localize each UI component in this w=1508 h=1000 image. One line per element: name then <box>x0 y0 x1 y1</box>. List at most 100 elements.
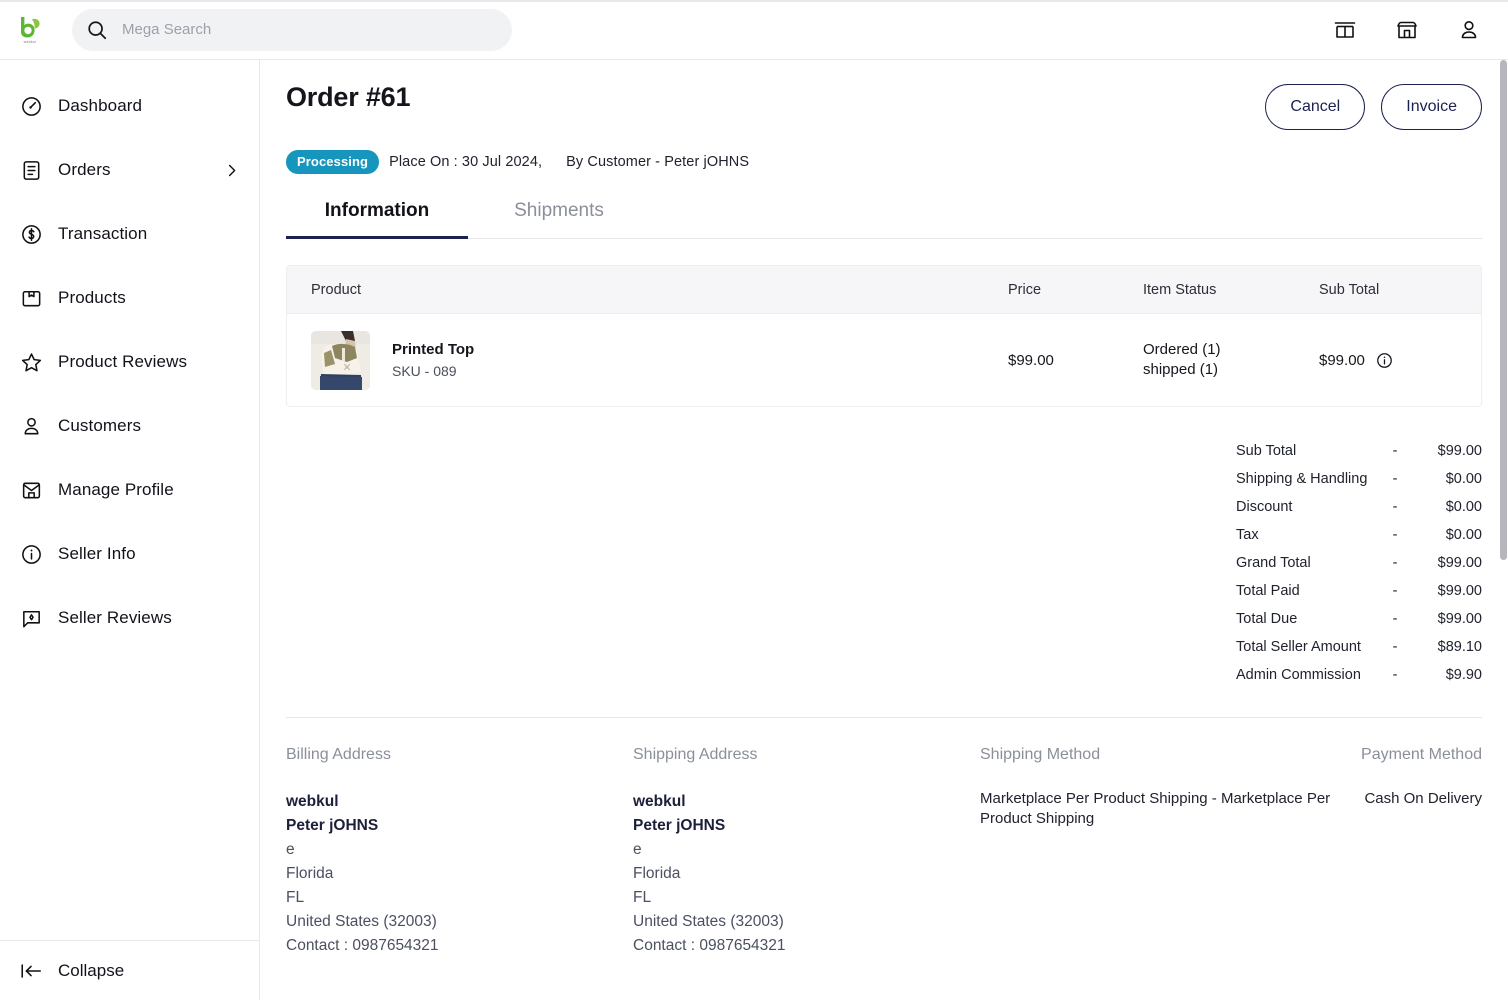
status-badge: Processing <box>286 150 380 174</box>
billing-line: FL <box>286 889 305 906</box>
tab-information[interactable]: Information <box>286 200 468 239</box>
billing-name: Peter jOHNS <box>286 817 379 834</box>
search-bar[interactable] <box>72 8 512 51</box>
billing-contact: Contact : 0987654321 <box>286 937 439 954</box>
sidebar: Dashboard Orders Transaction Products Pr… <box>0 60 260 1000</box>
totals-value: $89.10 <box>1437 639 1482 655</box>
totals-row: Grand Total - $99.00 <box>1236 549 1482 577</box>
info-circle-icon[interactable] <box>1376 352 1393 369</box>
sidebar-item-label: Products <box>58 288 126 307</box>
totals-dash: - <box>1392 667 1398 683</box>
billing-line: Florida <box>286 865 334 882</box>
app-root: webkul Mega Search Dashboard Orders Tran… <box>0 0 1508 1000</box>
top-edge-line <box>0 0 1508 2</box>
totals-dash: - <box>1392 639 1398 655</box>
sub-total-value: $99.00 <box>1319 351 1365 369</box>
sidebar-item-product-reviews[interactable]: Product Reviews <box>0 330 259 394</box>
totals-value: $99.00 <box>1437 611 1482 627</box>
store-icon[interactable] <box>1332 17 1358 43</box>
totals-row: Shipping & Handling - $0.00 <box>1236 465 1482 493</box>
totals-row: Tax - $0.00 <box>1236 521 1482 549</box>
sidebar-item-label: Orders <box>58 160 111 179</box>
totals-row: Total Paid - $99.00 <box>1236 577 1482 605</box>
sidebar-item-orders[interactable]: Orders <box>0 138 259 202</box>
search-icon <box>86 19 108 41</box>
shipping-name: Peter jOHNS <box>633 817 726 834</box>
sidebar-item-transaction[interactable]: Transaction <box>0 202 259 266</box>
cell-sub-total: $99.00 <box>1319 352 1481 369</box>
payment-method-value: Cash On Delivery <box>1364 790 1482 807</box>
order-header: Order #61 Cancel Invoice <box>286 82 1482 130</box>
product-box-icon <box>18 285 44 311</box>
col-header-product: Product <box>311 281 361 298</box>
collapse-button[interactable]: Collapse <box>0 940 259 1000</box>
totals-label: Total Paid <box>1236 583 1300 599</box>
shipping-address-block: Shipping Address webkul Peter jOHNS e Fl… <box>633 746 980 958</box>
col-header-price: Price <box>1008 281 1042 298</box>
customer-text: By Customer - Peter jOHNS <box>566 154 750 170</box>
totals-label: Grand Total <box>1236 555 1311 571</box>
product-info: Printed Top SKU - 089 <box>392 341 474 379</box>
shipping-method-heading: Shipping Method <box>980 746 1101 763</box>
cell-item-status: Ordered (1) shipped (1) <box>1143 340 1319 380</box>
sidebar-item-label: Dashboard <box>58 96 143 115</box>
account-icon[interactable] <box>1456 17 1482 43</box>
totals-section: Sub Total - $99.00 Shipping & Handling -… <box>286 437 1482 689</box>
billing-address-block: Billing Address webkul Peter jOHNS e Flo… <box>286 746 633 958</box>
totals-label: Sub Total <box>1236 443 1297 459</box>
totals-value: $0.00 <box>1445 471 1482 487</box>
sidebar-item-dashboard[interactable]: Dashboard <box>0 74 259 138</box>
marketplace-icon[interactable] <box>1394 17 1420 43</box>
totals-list: Sub Total - $99.00 Shipping & Handling -… <box>1236 437 1482 689</box>
cancel-button[interactable]: Cancel <box>1265 84 1366 130</box>
sidebar-item-label: Customers <box>58 416 142 435</box>
shipping-address-heading: Shipping Address <box>633 746 758 763</box>
product-thumbnail[interactable] <box>311 330 370 390</box>
totals-dash: - <box>1392 499 1398 515</box>
billing-line: United States (32003) <box>286 913 437 930</box>
search-input[interactable] <box>122 21 498 38</box>
totals-value: $99.00 <box>1437 443 1482 459</box>
totals-row: Admin Commission - $9.90 <box>1236 661 1482 689</box>
sidebar-item-seller-info[interactable]: Seller Info <box>0 522 259 586</box>
totals-dash: - <box>1392 527 1398 543</box>
chevron-right-icon[interactable] <box>223 162 239 178</box>
address-section: Billing Address webkul Peter jOHNS e Flo… <box>286 718 1482 958</box>
page-title: Order #61 <box>286 82 411 112</box>
scrollbar-thumb[interactable] <box>1500 60 1507 560</box>
totals-label: Total Seller Amount <box>1236 639 1361 655</box>
shipping-line: FL <box>633 889 652 906</box>
star-icon <box>18 349 44 375</box>
user-icon <box>18 413 44 439</box>
collapse-arrow-icon <box>18 958 44 984</box>
totals-row: Discount - $0.00 <box>1236 493 1482 521</box>
dollar-circle-icon <box>18 221 44 247</box>
status-shipped: shipped (1) <box>1143 361 1219 378</box>
sidebar-nav: Dashboard Orders Transaction Products Pr… <box>0 60 259 940</box>
cell-price: $99.00 <box>1008 351 1054 369</box>
product-name: Printed Top <box>392 341 475 358</box>
profile-card-icon <box>18 477 44 503</box>
totals-row: Total Due - $99.00 <box>1236 605 1482 633</box>
totals-label: Discount <box>1236 499 1293 515</box>
vertical-scrollbar[interactable] <box>1499 60 1508 1000</box>
order-meta: Processing Place On : 30 Jul 2024, By Cu… <box>286 150 1482 174</box>
sidebar-item-seller-reviews[interactable]: Seller Reviews <box>0 586 259 650</box>
totals-value: $9.90 <box>1445 667 1482 683</box>
invoice-button[interactable]: Invoice <box>1381 84 1482 130</box>
tab-shipments[interactable]: Shipments <box>468 200 650 238</box>
totals-label: Total Due <box>1236 611 1298 627</box>
review-chat-icon <box>18 605 44 631</box>
product-sku: SKU - 089 <box>392 363 457 379</box>
totals-label: Admin Commission <box>1236 667 1361 683</box>
logo[interactable]: webkul <box>0 0 60 60</box>
shipping-line: Florida <box>633 865 681 882</box>
webkul-logo-icon: webkul <box>13 13 47 47</box>
sidebar-item-products[interactable]: Products <box>0 266 259 330</box>
sidebar-item-manage-profile[interactable]: Manage Profile <box>0 458 259 522</box>
sidebar-item-customers[interactable]: Customers <box>0 394 259 458</box>
product-table: Product Price Item Status Sub Total Prin… <box>286 265 1482 407</box>
placed-on-text: Place On : 30 Jul 2024, <box>389 154 543 170</box>
totals-value: $99.00 <box>1437 583 1482 599</box>
info-circle-icon <box>18 541 44 567</box>
